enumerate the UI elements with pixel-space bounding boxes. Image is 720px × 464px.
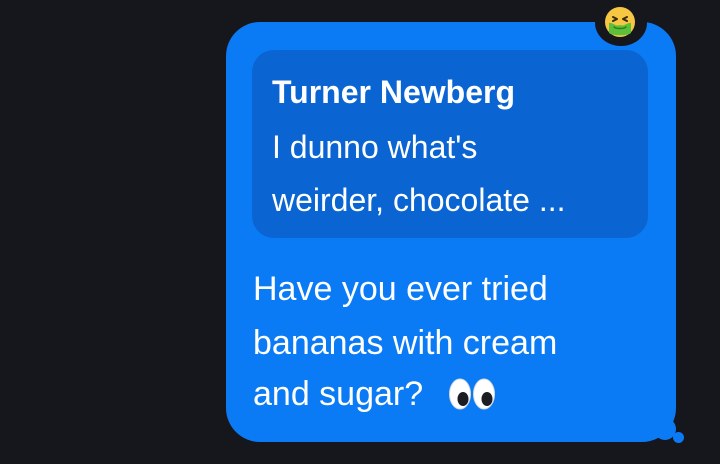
quoted-reply-author: Turner Newberg	[272, 74, 515, 110]
eyes-icon	[449, 378, 495, 410]
message-text-line: bananas with cream	[253, 324, 558, 362]
message-text-line: Have you ever tried	[253, 270, 548, 308]
bubble-tail-dot	[673, 432, 684, 443]
nauseated-face-icon	[605, 7, 635, 37]
message-text-line: and sugar?	[253, 375, 424, 413]
quoted-reply-preview-line: I dunno what's	[272, 129, 478, 165]
quoted-reply-preview-line: weirder, chocolate ...	[272, 182, 566, 218]
